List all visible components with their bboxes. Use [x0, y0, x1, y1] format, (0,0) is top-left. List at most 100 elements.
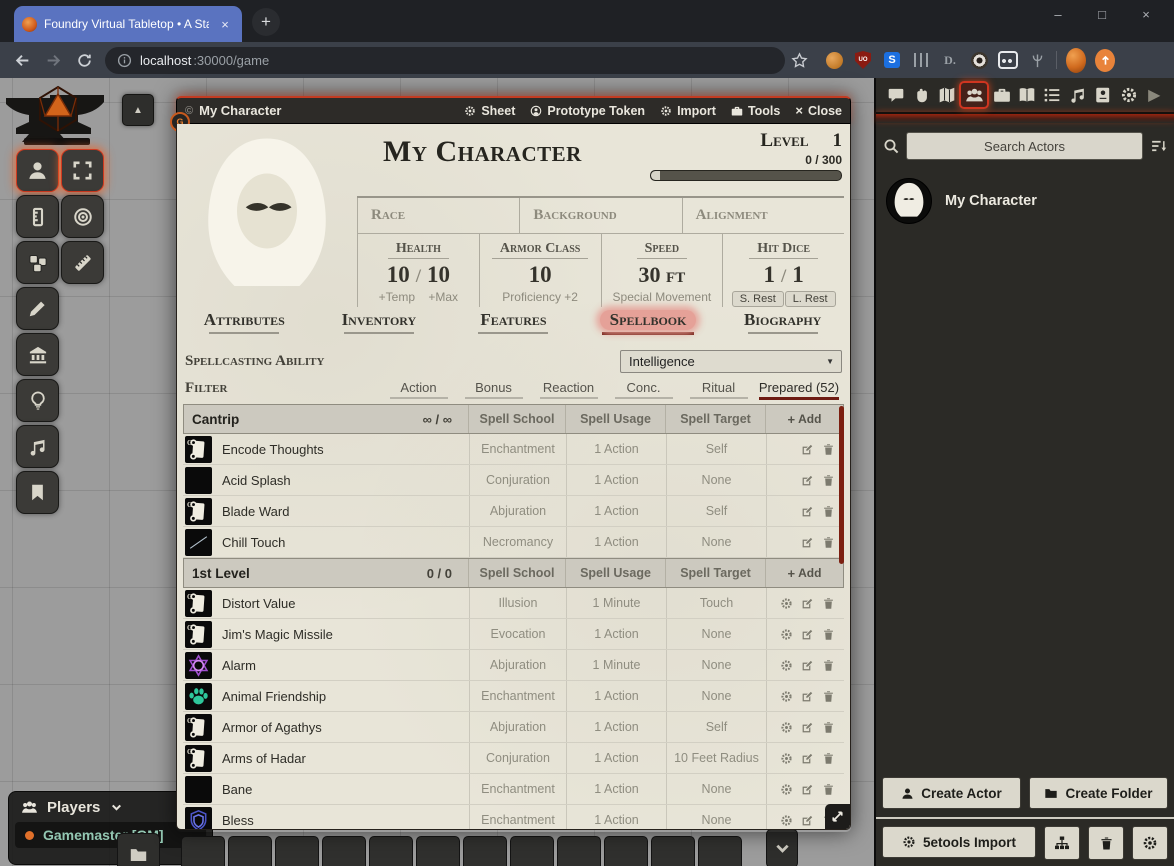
ruler-tool-button[interactable] [61, 241, 104, 284]
add-spell-button[interactable]: +Add [788, 412, 822, 427]
measure-controls-button[interactable] [16, 195, 59, 238]
actor-list-item[interactable]: My Character [876, 173, 1174, 229]
background-field[interactable]: Background [519, 198, 681, 233]
wall-controls-button[interactable] [16, 333, 59, 376]
filter-concentration[interactable]: Conc. [606, 380, 681, 400]
window-resize-handle[interactable] [825, 804, 850, 829]
spell-name[interactable]: Distort Value [212, 596, 469, 611]
prototype-token-button[interactable]: Prototype Token [530, 104, 645, 118]
scroll-icon[interactable] [185, 621, 212, 648]
macro-slot[interactable] [698, 836, 742, 866]
profile-avatar[interactable] [1066, 48, 1086, 73]
health-tempmax-label[interactable]: +Max [428, 290, 458, 304]
nav-collapse-button[interactable]: ▲ [122, 94, 154, 126]
sidebar-expand-button[interactable]: ▶ [1142, 82, 1167, 108]
speed-value[interactable]: 30 ft [639, 262, 686, 287]
close-sheet-button[interactable]: ×Close [795, 103, 842, 118]
macro-slot[interactable] [181, 836, 225, 866]
delete-icon[interactable] [822, 505, 835, 518]
acid-splash-icon[interactable] [185, 467, 212, 494]
sound-controls-button[interactable] [16, 425, 59, 468]
drawing-controls-button[interactable] [16, 287, 59, 330]
edit-icon[interactable] [801, 690, 814, 703]
folder-tree-button[interactable] [1044, 826, 1080, 860]
sidebar-tab-tables[interactable] [1040, 82, 1065, 108]
tab-attributes[interactable]: Attributes [177, 310, 312, 343]
maximize-button[interactable]: □ [1080, 2, 1124, 28]
window-header[interactable]: © My Character Sheet Prototype Token Imp… [176, 96, 851, 124]
macro-slot[interactable] [416, 836, 460, 866]
delete-icon[interactable] [822, 597, 835, 610]
paw-icon[interactable] [185, 683, 212, 710]
character-name[interactable]: My Character [357, 124, 650, 196]
scroll-icon[interactable] [185, 714, 212, 741]
sidebar-tab-compendium[interactable] [1091, 82, 1116, 108]
edit-icon[interactable] [801, 752, 814, 765]
scroll-icon[interactable] [185, 436, 212, 463]
tools-button[interactable]: Tools [731, 104, 780, 118]
macro-slot[interactable] [369, 836, 413, 866]
select-tool-button[interactable] [61, 149, 104, 192]
macro-slot[interactable] [275, 836, 319, 866]
xp-text[interactable]: 0 / 300 [650, 153, 842, 167]
box-extension-icon[interactable] [998, 51, 1018, 69]
edit-icon[interactable] [801, 443, 814, 456]
bane-icon[interactable] [185, 776, 212, 803]
edit-icon[interactable] [801, 474, 814, 487]
settings-button[interactable] [1132, 826, 1168, 860]
forward-icon[interactable] [45, 52, 62, 69]
long-rest-button[interactable]: L. Rest [785, 291, 836, 307]
macro-slot[interactable] [651, 836, 695, 866]
delete-icon[interactable] [822, 690, 835, 703]
notes-controls-button[interactable] [16, 471, 59, 514]
target-tool-button[interactable] [61, 195, 104, 238]
race-field[interactable]: Race [357, 198, 519, 233]
hit-dice-current[interactable]: 1 [763, 262, 775, 287]
reload-icon[interactable] [76, 52, 93, 69]
lighting-controls-button[interactable] [16, 379, 59, 422]
short-rest-button[interactable]: S. Rest [732, 291, 784, 307]
site-info-icon[interactable] [117, 53, 132, 68]
d-extension-icon[interactable]: D. [944, 53, 956, 68]
eye-extension-icon[interactable] [971, 52, 988, 69]
macro-slot[interactable] [322, 836, 366, 866]
grid-extension-icon[interactable] [914, 53, 928, 67]
spell-name[interactable]: Alarm [212, 658, 469, 673]
sheet-config-button[interactable]: Sheet [464, 104, 515, 118]
section-slots[interactable]: ∞ / ∞ [423, 412, 468, 427]
alarm-pentacle-icon[interactable] [185, 652, 212, 679]
health-current[interactable]: 10 [387, 262, 410, 287]
edit-icon[interactable] [801, 505, 814, 518]
close-window-button[interactable]: × [1124, 2, 1168, 28]
delete-icon[interactable] [822, 443, 835, 456]
spell-name[interactable]: Animal Friendship [212, 689, 469, 704]
update-browser-button[interactable] [1095, 49, 1115, 72]
edit-icon[interactable] [801, 814, 814, 827]
sidebar-tab-items[interactable] [989, 82, 1014, 108]
section-slots[interactable]: 0 / 0 [427, 566, 468, 581]
browser-tab[interactable]: Foundry Virtual Tabletop • A Stan × [14, 6, 242, 42]
address-bar[interactable]: localhost :30000/game [105, 47, 785, 74]
delete-icon[interactable] [822, 752, 835, 765]
sidebar-tab-scenes[interactable] [934, 82, 959, 108]
filter-action[interactable]: Action [381, 380, 456, 400]
macro-slot[interactable] [463, 836, 507, 866]
tab-close-icon[interactable]: × [216, 17, 234, 32]
tab-inventory[interactable]: Inventory [312, 310, 447, 343]
delete-icon[interactable] [822, 783, 835, 796]
macro-folder-button[interactable] [117, 833, 160, 866]
macro-slot[interactable] [604, 836, 648, 866]
filter-bonus[interactable]: Bonus [456, 380, 531, 400]
claw-extension-icon[interactable] [1030, 53, 1045, 68]
spell-name[interactable]: Jim's Magic Missile [212, 627, 469, 642]
health-temp-label[interactable]: +Temp [379, 290, 415, 304]
edit-icon[interactable] [801, 783, 814, 796]
tab-spellbook[interactable]: Spellbook [581, 310, 716, 343]
filter-ritual[interactable]: Ritual [681, 380, 756, 400]
prepare-toggle-icon[interactable] [780, 783, 793, 796]
back-icon[interactable] [14, 52, 31, 69]
edit-icon[interactable] [801, 659, 814, 672]
health-max[interactable]: 10 [427, 262, 450, 287]
macro-slot[interactable] [557, 836, 601, 866]
sidebar-tab-journal[interactable] [1014, 82, 1039, 108]
